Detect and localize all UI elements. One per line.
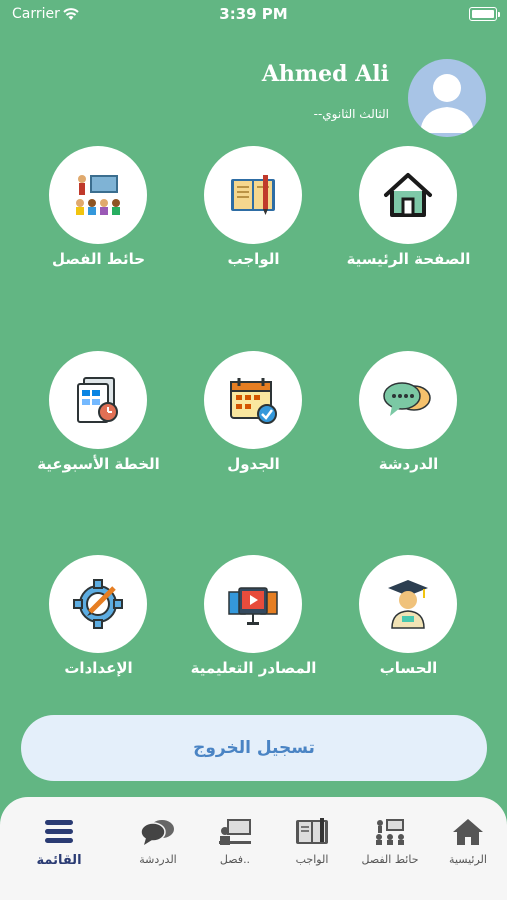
grid-item-resources[interactable]: المصادر التعليمية: [176, 555, 331, 705]
grid-label: المصادر التعليمية: [190, 659, 317, 677]
chat-icon: [118, 815, 198, 849]
calendar-icon: [204, 351, 302, 449]
graduate-account-icon: [359, 555, 457, 653]
grid-label: الإعدادات: [64, 659, 133, 677]
home-icon: [359, 146, 457, 244]
grid-label: الواجب: [227, 250, 280, 268]
profile-header: Ahmed Ali الثالث الثانوي--: [0, 55, 507, 145]
grid-label: الحساب: [379, 659, 438, 677]
grid-label: الصفحة الرئيسية: [346, 250, 471, 268]
logout-button[interactable]: تسجيل الخروج: [21, 715, 487, 781]
grid-item-homework[interactable]: الواجب: [176, 146, 331, 296]
learning-resources-icon: [204, 555, 302, 653]
tab-label: القائمة: [36, 853, 82, 868]
status-time: 3:39 PM: [219, 5, 288, 23]
bottom-tab-bar: القائمة الدردشة فصل.. الواجب حائط الفصل …: [0, 797, 507, 900]
classroom-icon: [350, 815, 430, 849]
grid-label: الخطة الأسبوعية: [37, 455, 160, 473]
user-name: Ahmed Ali: [261, 61, 389, 87]
tab-homework[interactable]: الواجب: [272, 815, 352, 875]
tab-label: الرئيسية: [449, 853, 487, 866]
tab-label: الدردشة: [139, 853, 177, 866]
menu-icon: [19, 815, 99, 849]
virtual-class-icon: [195, 815, 275, 849]
tab-menu[interactable]: القائمة: [19, 815, 99, 875]
tab-label: الواجب: [295, 853, 329, 866]
grid-item-account[interactable]: الحساب: [331, 555, 486, 705]
homework-book-icon: [204, 146, 302, 244]
grid-item-schedule[interactable]: الجدول: [176, 351, 331, 501]
home-icon: [428, 815, 507, 849]
tab-label: فصل..: [219, 853, 251, 866]
tab-class-wall[interactable]: حائط الفصل: [350, 815, 430, 875]
grid-label: الجدول: [227, 455, 280, 473]
grid-item-home[interactable]: الصفحة الرئيسية: [331, 146, 486, 296]
avatar[interactable]: [408, 59, 486, 137]
status-bar: Carrier 3:39 PM: [0, 0, 507, 28]
grid-label: حائط الفصل: [51, 250, 146, 268]
tab-label: حائط الفصل: [361, 853, 419, 866]
grid-item-chat[interactable]: الدردشة: [331, 351, 486, 501]
tab-virtual-class[interactable]: فصل..: [195, 815, 275, 875]
chat-icon: [359, 351, 457, 449]
tab-home[interactable]: الرئيسية: [428, 815, 507, 875]
weekly-plan-icon: [49, 351, 147, 449]
user-grade: الثالث الثانوي--: [313, 107, 389, 121]
classroom-icon: [49, 146, 147, 244]
grid-label: الدردشة: [378, 455, 439, 473]
battery-icon: [469, 7, 500, 21]
grid-item-weekly-plan[interactable]: الخطة الأسبوعية: [21, 351, 176, 501]
grid-item-settings[interactable]: الإعدادات: [21, 555, 176, 705]
settings-gear-icon: [49, 555, 147, 653]
tab-chat[interactable]: الدردشة: [118, 815, 198, 875]
homework-icon: [272, 815, 352, 849]
grid-item-class-wall[interactable]: حائط الفصل: [21, 146, 176, 296]
user-placeholder-icon: [420, 74, 474, 133]
